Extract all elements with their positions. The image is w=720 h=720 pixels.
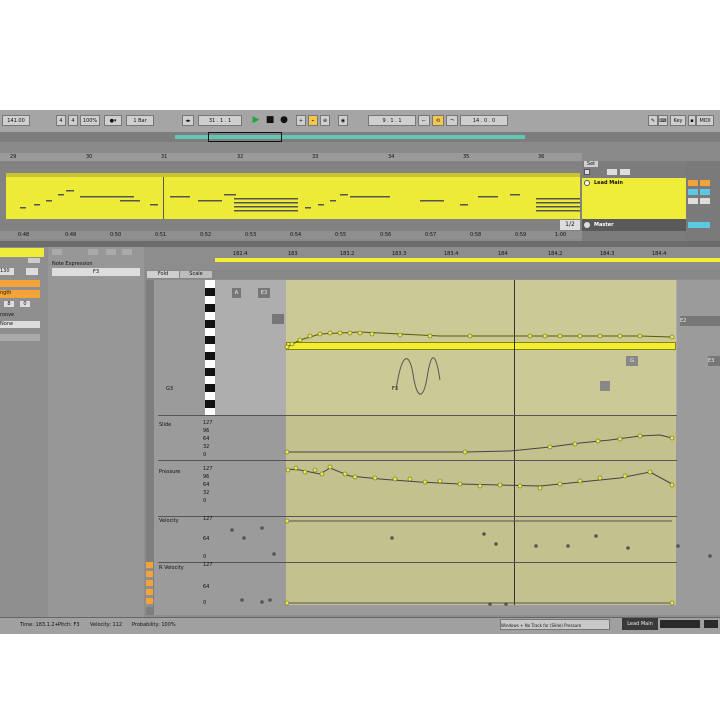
r-velocity-points[interactable] [240,598,675,606]
ghost-waveform [395,357,441,395]
ableton-window: 141.00 4 4 100% ●▾ 1 Bar ◂▸ 31 . 1 . 1 ▶… [0,110,720,634]
slide-points[interactable] [284,433,675,455]
status-track-button[interactable]: Lead Main [622,618,658,630]
pitch-bend-points[interactable] [284,330,675,350]
envelope-curves [20,190,712,606]
status-info-box: Windows + No Track for (Slide) Pressure [500,619,610,630]
status-time: Time: 183.1.2+ [20,622,59,628]
pressure-points[interactable] [285,464,675,491]
status-probability: Probability: 100% [132,622,176,628]
status-end-icon[interactable] [704,620,718,628]
pitch-bend-envelope [286,331,673,348]
arrangement-notes [20,190,580,212]
velocity-points[interactable] [230,518,712,558]
status-pitch: Pitch: F3 [58,622,80,628]
slide-envelope [287,434,673,453]
status-device-strip[interactable] [660,620,700,628]
status-velocity: Velocity: 112 [90,622,123,628]
pressure-envelope [286,467,673,487]
